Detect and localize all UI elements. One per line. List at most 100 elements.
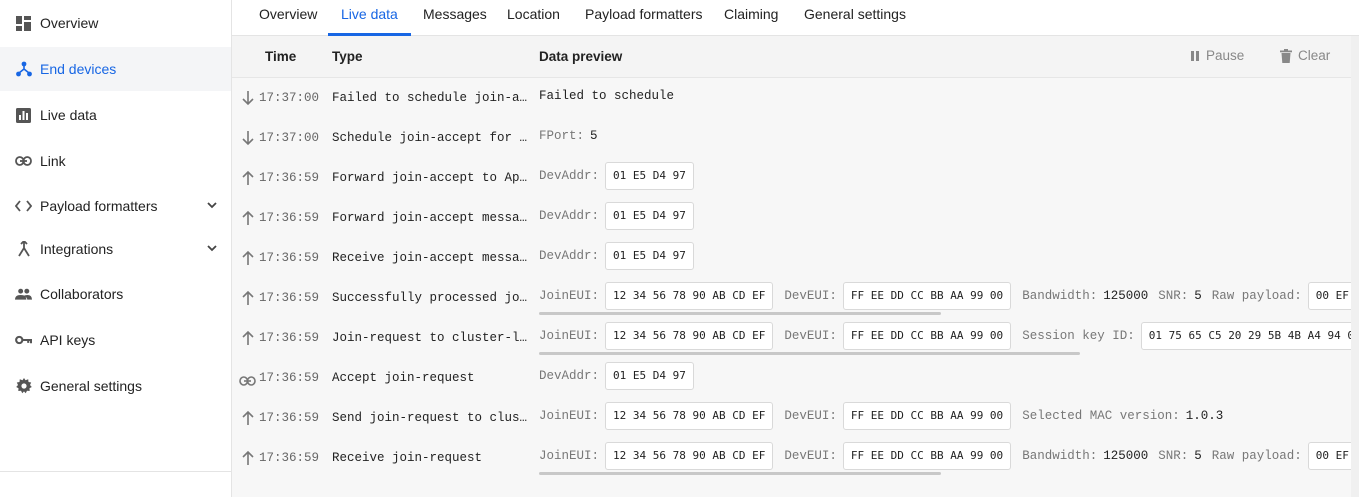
bar-chart-icon bbox=[15, 107, 32, 124]
sidebar-item-api-keys[interactable]: API keys bbox=[0, 318, 231, 362]
merge-icon bbox=[15, 241, 32, 258]
tab-payload-formatters[interactable]: Payload formatters bbox=[572, 0, 716, 36]
sidebar-item-live-data[interactable]: Live data bbox=[0, 93, 231, 137]
hex-value-field[interactable]: FF EE DD CC BB AA 99 00 bbox=[842, 322, 1012, 350]
arrow-up-icon bbox=[241, 210, 255, 226]
hex-value-field[interactable]: 01 E5 D4 97 bbox=[605, 242, 694, 270]
chevron-down-icon[interactable] bbox=[205, 198, 219, 212]
preview-key: Raw payload: bbox=[1211, 449, 1302, 463]
tab-overview[interactable]: Overview bbox=[246, 0, 330, 36]
preview-key: DevAddr: bbox=[539, 249, 600, 263]
event-type: Forward join-accept to Application Serve… bbox=[332, 171, 529, 185]
hex-value-field[interactable]: 12 34 56 78 90 AB CD EF bbox=[605, 282, 774, 310]
hex-value-field[interactable]: 01 75 65 C5 20 29 5B 4B A4 94 02 32 bbox=[1140, 322, 1359, 350]
sidebar-item-overview[interactable]: Overview bbox=[0, 1, 231, 45]
sidebar-item-general-settings[interactable]: General settings bbox=[0, 364, 231, 408]
sidebar-item-label: Integrations bbox=[40, 241, 114, 257]
column-data-preview: Data preview bbox=[539, 49, 623, 64]
code-icon bbox=[15, 198, 32, 215]
sidebar-item-label: API keys bbox=[40, 332, 96, 348]
key-icon bbox=[15, 332, 32, 349]
event-time: 17:36:59 bbox=[259, 291, 320, 305]
table-row[interactable]: 17:36:59 Receive join-accept message DevAd… bbox=[232, 238, 1359, 278]
data-preview: DevAddr: 01 E5 D4 97 bbox=[539, 161, 705, 191]
data-preview: JoinEUI: 12 34 56 78 90 AB CD EF DevEUI: FF… bbox=[539, 281, 1359, 311]
arrow-down-icon bbox=[241, 90, 255, 106]
event-type: Send join-request to cluster-local Join … bbox=[332, 411, 529, 425]
horizontal-scrollbar[interactable] bbox=[539, 352, 1080, 355]
horizontal-scrollbar[interactable] bbox=[539, 472, 941, 475]
tab-live-data[interactable]: Live data bbox=[328, 0, 411, 36]
tab-claiming[interactable]: Claiming bbox=[711, 0, 791, 36]
tab-general-settings[interactable]: General settings bbox=[791, 0, 919, 36]
pause-button[interactable]: Pause bbox=[1190, 48, 1244, 63]
horizontal-scrollbar[interactable] bbox=[539, 312, 941, 315]
table-row[interactable]: 17:37:00 Failed to schedule join-accept Fa… bbox=[232, 78, 1359, 118]
hex-value-field[interactable]: FF EE DD CC BB AA 99 00 bbox=[842, 402, 1012, 430]
preview-value: Failed to schedule bbox=[539, 89, 675, 103]
table-row[interactable]: 17:36:59 Forward join-accept to Applicati… bbox=[232, 158, 1359, 198]
table-row[interactable]: 17:36:59 Successfully processed join-requ… bbox=[232, 278, 1359, 318]
preview-key: DevAddr: bbox=[539, 209, 600, 223]
preview-key: Bandwidth: bbox=[1022, 289, 1098, 303]
data-preview: DevAddr: 01 E5 D4 97 bbox=[539, 241, 705, 271]
sidebar-item-payload-formatters[interactable]: Payload formatters bbox=[0, 184, 231, 228]
preview-key: JoinEUI: bbox=[539, 329, 600, 343]
event-type: Receive join-accept message bbox=[332, 251, 529, 265]
arrow-up-icon bbox=[241, 450, 255, 466]
gear-icon bbox=[15, 378, 32, 395]
sidebar-item-end-devices[interactable]: End devices bbox=[0, 47, 231, 91]
table-row[interactable]: 17:37:00 Schedule join-accept for transmi… bbox=[232, 118, 1359, 158]
event-time: 17:36:59 bbox=[259, 171, 320, 185]
arrow-up-icon bbox=[241, 330, 255, 346]
table-row[interactable]: 17:36:59 Receive join-request JoinEUI: 12 3… bbox=[232, 438, 1359, 478]
table-row[interactable]: 17:36:59 Forward join-accept message DevAd… bbox=[232, 198, 1359, 238]
vertical-scrollbar[interactable] bbox=[1351, 36, 1359, 497]
devices-icon bbox=[15, 61, 32, 78]
pause-icon bbox=[1191, 50, 1199, 61]
preview-value: 1.0.3 bbox=[1185, 409, 1224, 423]
preview-value: 125000 bbox=[1103, 289, 1149, 303]
hex-value-field[interactable]: 01 E5 D4 97 bbox=[605, 362, 694, 390]
hex-value-field[interactable]: FF EE DD CC BB AA 99 00 bbox=[842, 442, 1012, 470]
event-time: 17:36:59 bbox=[259, 411, 320, 425]
sidebar-item-label: Payload formatters bbox=[40, 198, 158, 214]
event-time: 17:36:59 bbox=[259, 451, 320, 465]
preview-key: SNR: bbox=[1158, 449, 1189, 463]
preview-value: 5 bbox=[1194, 289, 1202, 303]
tab-bar: Overview Live data Messages Location Pay… bbox=[232, 0, 1359, 36]
clear-button[interactable]: Clear bbox=[1280, 48, 1330, 63]
trash-icon bbox=[1280, 48, 1292, 63]
preview-key: Bandwidth: bbox=[1022, 449, 1098, 463]
event-type: Forward join-accept message bbox=[332, 211, 529, 225]
hex-value-field[interactable]: 01 E5 D4 97 bbox=[605, 202, 694, 230]
tab-location[interactable]: Location bbox=[494, 0, 573, 36]
hex-value-field[interactable]: 12 34 56 78 90 AB CD EF bbox=[605, 402, 774, 430]
event-time: 17:36:59 bbox=[259, 331, 320, 345]
sidebar-item-integrations[interactable]: Integrations bbox=[0, 227, 231, 271]
table-header: Time Type Data preview Pause Clear bbox=[232, 36, 1359, 78]
sidebar: Overview End devices Live data Link Payl… bbox=[0, 0, 232, 497]
clear-label: Clear bbox=[1298, 48, 1331, 63]
hex-value-field[interactable]: 12 34 56 78 90 AB CD EF bbox=[605, 322, 774, 350]
table-row[interactable]: 17:36:59 Accept join-request DevAddr: 01 E5… bbox=[232, 358, 1359, 398]
sidebar-item-collaborators[interactable]: Collaborators bbox=[0, 272, 231, 316]
hex-value-field[interactable]: FF EE DD CC BB AA 99 00 bbox=[842, 282, 1012, 310]
sidebar-item-link[interactable]: Link bbox=[0, 139, 231, 183]
hex-value-field[interactable]: 12 34 56 78 90 AB CD EF bbox=[605, 442, 774, 470]
event-type: Join-request to cluster-local Join Serve… bbox=[332, 331, 529, 345]
table-row[interactable]: 17:36:59 Send join-request to cluster-loc… bbox=[232, 398, 1359, 438]
event-time: 17:36:59 bbox=[259, 251, 320, 265]
people-icon bbox=[15, 286, 32, 303]
event-type: Failed to schedule join-accept bbox=[332, 91, 529, 105]
event-type: Schedule join-accept for transmission bbox=[332, 131, 529, 145]
sidebar-item-label: Live data bbox=[40, 107, 97, 123]
column-time: Time bbox=[265, 49, 297, 64]
preview-key: Selected MAC version: bbox=[1022, 409, 1180, 423]
event-type: Successfully processed join-request bbox=[332, 291, 529, 305]
hex-value-field[interactable]: 01 E5 D4 97 bbox=[605, 162, 694, 190]
chevron-down-icon[interactable] bbox=[205, 241, 219, 255]
arrow-up-icon bbox=[241, 170, 255, 186]
table-row[interactable]: 17:36:59 Join-request to cluster-local Jo… bbox=[232, 318, 1359, 358]
tab-messages[interactable]: Messages bbox=[410, 0, 500, 36]
